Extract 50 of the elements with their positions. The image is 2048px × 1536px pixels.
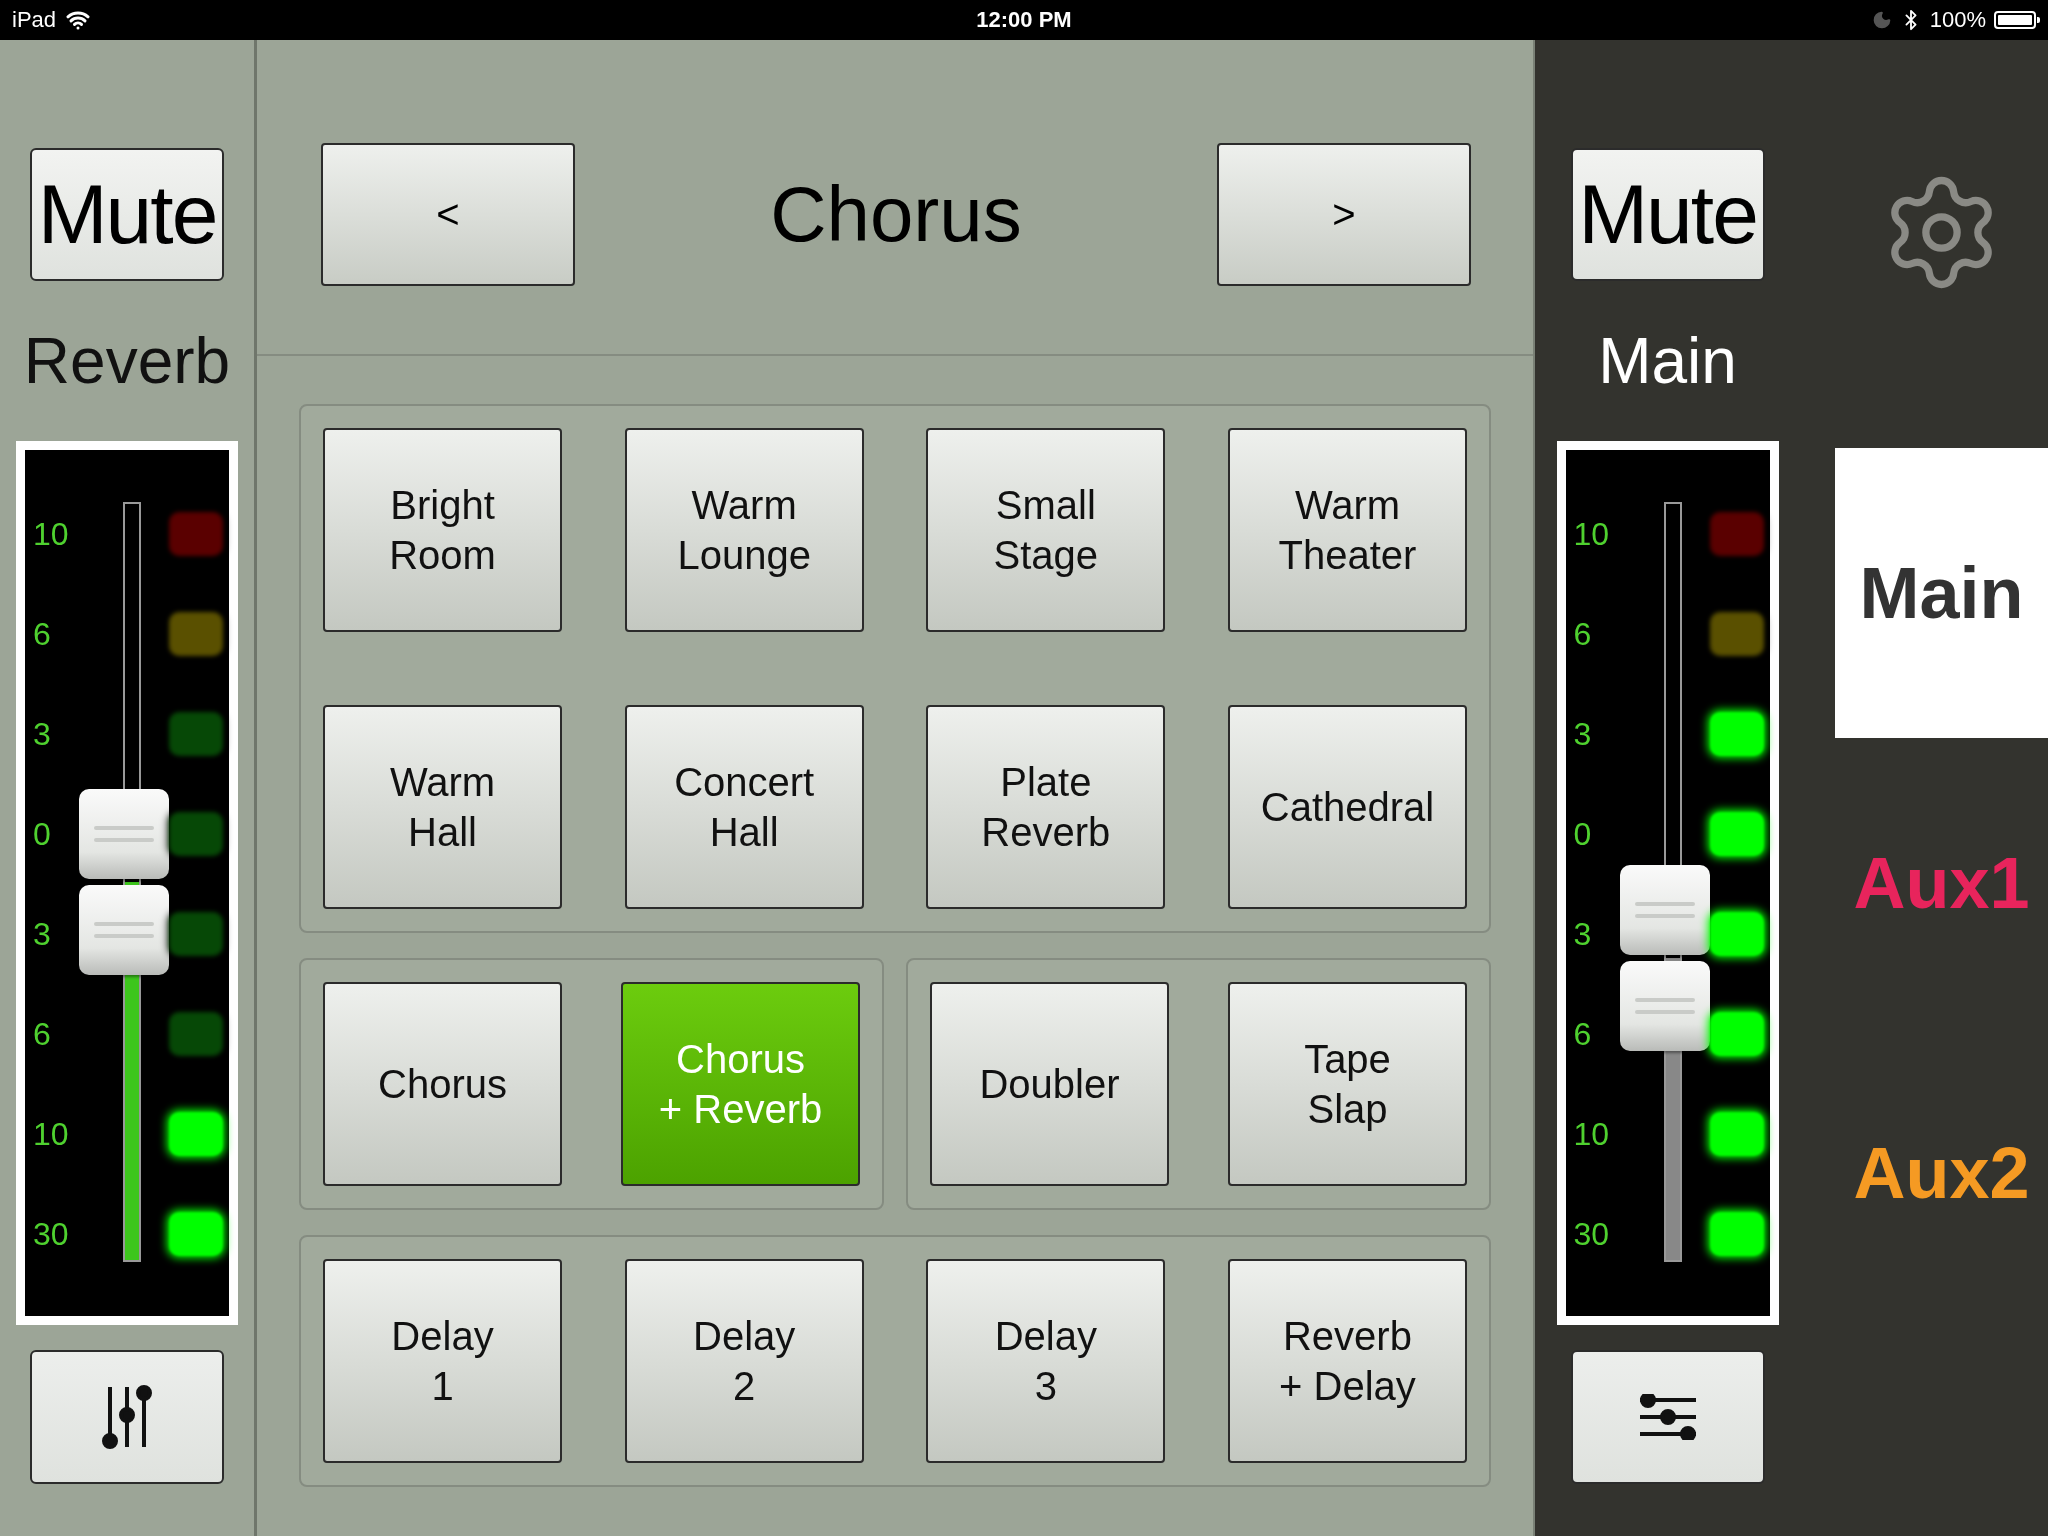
mixer-button[interactable] bbox=[30, 1350, 224, 1484]
bus-tab[interactable]: Main bbox=[1835, 448, 2048, 738]
moon-icon bbox=[1871, 10, 1892, 30]
mute-button[interactable]: Mute bbox=[30, 148, 224, 281]
scale-label: 10 bbox=[1573, 515, 1610, 554]
scale-label: 3 bbox=[1573, 915, 1592, 954]
fader-handle[interactable] bbox=[1619, 864, 1710, 1051]
fader-handle[interactable] bbox=[79, 789, 169, 975]
mixer-icon bbox=[102, 1385, 152, 1449]
battery-percentage: 100% bbox=[1929, 7, 1986, 33]
preset-button[interactable]: Reverb + Delay bbox=[1227, 1259, 1467, 1463]
preset-button[interactable]: Delay 2 bbox=[624, 1259, 864, 1463]
preset-button[interactable]: Plate Reverb bbox=[926, 705, 1166, 909]
preset-button[interactable]: Small Stage bbox=[926, 428, 1166, 632]
preset-button[interactable]: Concert Hall bbox=[624, 705, 864, 909]
scale-label: 0 bbox=[33, 815, 51, 854]
mute-button[interactable]: Mute bbox=[1570, 148, 1765, 281]
scale-label: 3 bbox=[33, 915, 51, 954]
scale-label: 3 bbox=[1573, 715, 1592, 754]
channel-name: Main bbox=[1598, 324, 1737, 399]
previous-button[interactable]: < bbox=[321, 142, 575, 286]
preset-button[interactable]: Bright Room bbox=[323, 428, 562, 632]
scale-label: 0 bbox=[1573, 815, 1592, 854]
scale-label: 30 bbox=[1573, 1215, 1610, 1254]
scale-label: 10 bbox=[33, 515, 69, 554]
preset-button[interactable]: Tape Slap bbox=[1228, 982, 1467, 1186]
clock-time: 12:00 PM bbox=[976, 7, 1072, 33]
sliders-icon bbox=[1637, 1394, 1698, 1440]
scale-label: 30 bbox=[33, 1215, 69, 1254]
scale-label: 6 bbox=[1573, 1015, 1592, 1054]
scale-label: 6 bbox=[1573, 615, 1592, 654]
preset-button[interactable]: Delay 3 bbox=[926, 1259, 1166, 1463]
preset-button[interactable]: Chorus bbox=[323, 982, 562, 1186]
scale-label: 10 bbox=[1573, 1115, 1610, 1154]
scale-label: 3 bbox=[33, 715, 51, 754]
scale-label: 10 bbox=[33, 1115, 69, 1154]
settings-sliders-button[interactable] bbox=[1570, 1350, 1765, 1484]
bus-tab[interactable]: Aux2 bbox=[1835, 1028, 2048, 1318]
device-name: iPad bbox=[12, 7, 57, 33]
effect-title: Chorus bbox=[769, 168, 1023, 260]
next-button[interactable]: > bbox=[1217, 142, 1471, 286]
scale-label: 6 bbox=[33, 1015, 51, 1054]
preset-button[interactable]: Cathedral bbox=[1227, 705, 1467, 909]
scale-label: 6 bbox=[33, 615, 51, 654]
preset-button[interactable]: Warm Theater bbox=[1227, 428, 1467, 632]
preset-button[interactable]: Warm Hall bbox=[323, 705, 562, 909]
preset-button[interactable]: Delay 1 bbox=[323, 1259, 562, 1463]
channel-name: Reverb bbox=[23, 324, 231, 399]
preset-button[interactable]: Warm Lounge bbox=[624, 428, 864, 632]
preset-button[interactable]: Doubler bbox=[930, 982, 1169, 1186]
